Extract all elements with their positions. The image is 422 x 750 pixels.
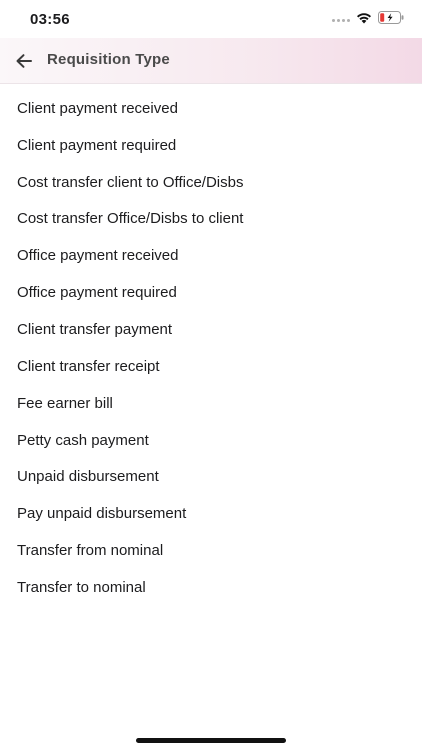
requisition-type-item[interactable]: Client payment required	[0, 127, 422, 164]
requisition-type-item[interactable]: Cost transfer client to Office/Disbs	[0, 164, 422, 201]
requisition-type-item[interactable]: Fee earner bill	[0, 385, 422, 422]
requisition-type-item[interactable]: Cost transfer Office/Disbs to client	[0, 201, 422, 238]
requisition-type-item[interactable]: Client payment received	[0, 90, 422, 127]
wifi-icon	[356, 11, 372, 29]
requisition-type-item[interactable]: Transfer from nominal	[0, 532, 422, 569]
battery-low-icon	[378, 11, 404, 29]
requisition-type-list: Client payment received Client payment r…	[0, 90, 422, 606]
requisition-type-item[interactable]: Transfer to nominal	[0, 569, 422, 606]
requisition-type-item[interactable]: Petty cash payment	[0, 422, 422, 459]
status-bar: 03:56	[0, 0, 422, 38]
requisition-type-item[interactable]: Unpaid disbursement	[0, 458, 422, 495]
status-icons	[332, 11, 404, 29]
requisition-type-item[interactable]: Pay unpaid disbursement	[0, 495, 422, 532]
home-indicator[interactable]	[136, 738, 286, 743]
requisition-type-item[interactable]: Office payment required	[0, 274, 422, 311]
arrow-left-icon[interactable]	[13, 50, 35, 72]
app-header: Requisition Type	[0, 38, 422, 84]
cellular-signal-icon	[332, 18, 350, 22]
requisition-type-item[interactable]: Client transfer receipt	[0, 348, 422, 385]
requisition-type-item[interactable]: Client transfer payment	[0, 311, 422, 348]
status-time: 03:56	[30, 11, 70, 28]
page-title: Requisition Type	[47, 51, 170, 68]
requisition-type-item[interactable]: Office payment received	[0, 237, 422, 274]
